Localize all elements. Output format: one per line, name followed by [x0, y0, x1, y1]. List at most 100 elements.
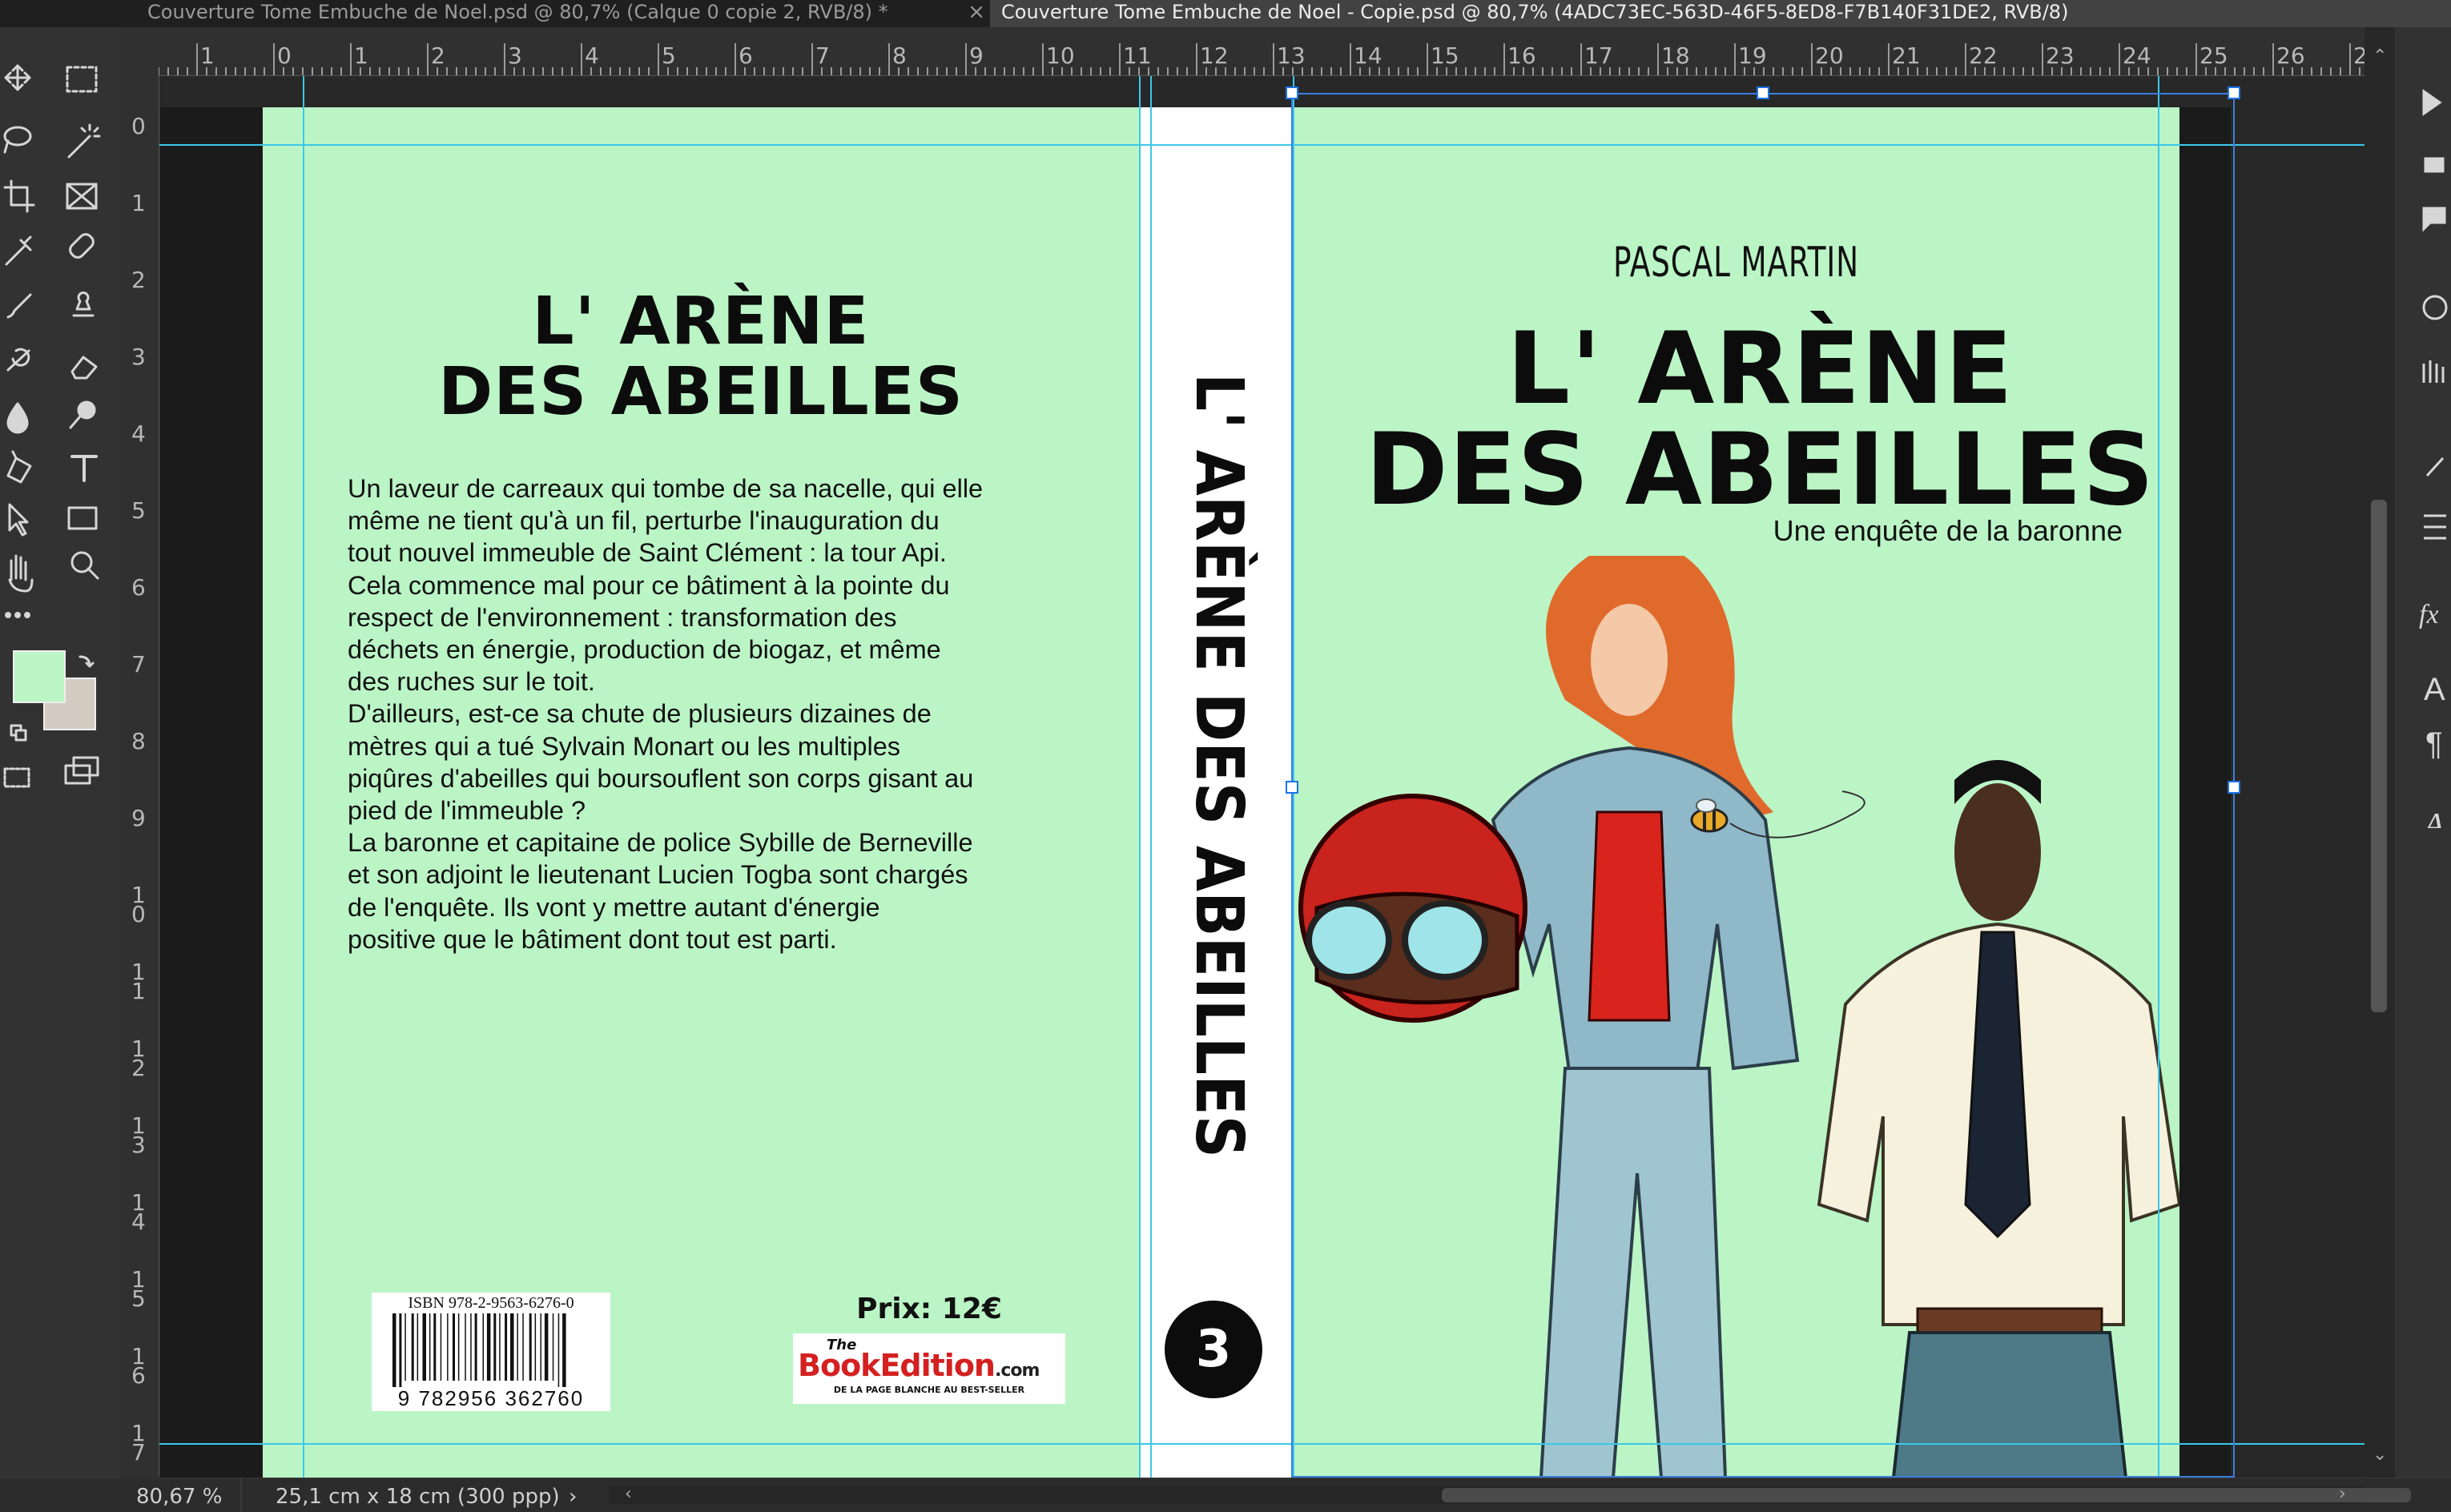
blurb-line: même ne tient qu'à un fil, perturbe l'in…: [348, 506, 940, 536]
ruler-label: 12: [1200, 42, 1229, 69]
blurb-line: La baronne et capitaine de police Sybill…: [348, 828, 973, 858]
marquee-icon: [66, 66, 98, 93]
rectangle-icon: [67, 506, 98, 530]
ruler-label: 1 7: [131, 1420, 146, 1466]
layers-icon: [2424, 157, 2445, 173]
scrollbar-thumb[interactable]: [1442, 1488, 2411, 1502]
transform-handle[interactable]: [2228, 781, 2240, 794]
spine-title: L' ARÈNE DES ABEILLES: [1181, 373, 1258, 1158]
ruler-label: 1: [354, 42, 368, 69]
ruler-label: 3: [508, 42, 522, 69]
ruler-label: 4: [131, 420, 146, 447]
vertical-scrollbar[interactable]: ⌃ ⌄: [2364, 27, 2395, 1477]
screen-mode-icon: [64, 756, 99, 785]
eyedropper-icon: [5, 235, 32, 266]
ruler-label: 11: [1123, 42, 1152, 69]
transform-bounding-box[interactable]: [1291, 93, 2235, 1478]
guide-spine-left-2[interactable]: [1150, 76, 1152, 1478]
ruler-label: 7: [815, 42, 830, 69]
transform-handle[interactable]: [1286, 86, 1298, 99]
brush-icon: [6, 293, 32, 319]
blurb-line: Un laveur de carreaux qui tombe de sa na…: [348, 474, 984, 503]
ruler-label: 21: [1892, 42, 1921, 69]
ruler-label: 1: [131, 190, 146, 216]
ruler-label: 1 1: [131, 959, 146, 1004]
blurb-line: Cela commence mal pour ce bâtiment à la …: [348, 570, 950, 600]
ruler-label: 2: [131, 267, 146, 293]
chevron-up-icon[interactable]: ⌃: [2373, 46, 2387, 66]
blurb-line: respect de l'environnement : transformat…: [348, 602, 897, 632]
ruler-label: 1 2: [131, 1035, 146, 1081]
ruler-ticks: [120, 43, 2360, 75]
healing-icon: [69, 233, 95, 259]
back-cover-blurb: Un laveur de carreaux qui tombe de sa na…: [348, 472, 1101, 955]
publisher-com: .com: [995, 1361, 1040, 1381]
chevron-down-icon[interactable]: ⌄: [2373, 1445, 2387, 1465]
magic-wand-icon: [67, 123, 101, 159]
ruler-label: 18: [1661, 42, 1690, 69]
tab-label: Couverture Tome Embuche de Noel.psd @ 80…: [147, 1, 888, 23]
ruler-label: 1 4: [131, 1189, 146, 1235]
ruler-label: 4: [585, 42, 599, 69]
dodge-icon: [69, 400, 96, 429]
blurb-line: pied de l'immeuble ?: [348, 796, 586, 826]
ruler-label: 1 3: [131, 1112, 146, 1158]
close-icon[interactable]: ×: [968, 0, 985, 24]
ruler-label: 0: [277, 42, 292, 69]
guide-spine-left[interactable]: [1139, 76, 1141, 1478]
transform-handle[interactable]: [2228, 86, 2240, 99]
ruler-label: 1 6: [131, 1343, 146, 1389]
zoom-level[interactable]: 80,67 %: [136, 1485, 222, 1509]
transform-handle[interactable]: [1286, 781, 1298, 794]
blurb-line: piqûres d'abeilles qui boursouflent son …: [348, 763, 974, 793]
ruler-label: 5: [131, 497, 146, 524]
scrollbar-thumb[interactable]: [2371, 500, 2387, 1012]
ruler-label: 8: [892, 42, 907, 69]
horizontal-scrollbar[interactable]: ‹ ›: [609, 1486, 2411, 1504]
document-tab-bar: Couverture Tome Embuche de Noel.psd @ 80…: [0, 0, 2451, 27]
ruler-label: 16: [1507, 42, 1536, 69]
tab-document-1[interactable]: Couverture Tome Embuche de Noel.psd @ 80…: [136, 0, 996, 27]
ruler-label: 6: [131, 574, 146, 601]
blurb-line: et son adjoint le lieutenant Lucien Togb…: [348, 860, 968, 890]
volume-number-badge: 3: [1165, 1301, 1262, 1398]
publisher-on: on: [953, 1348, 996, 1383]
ruler-label: 25: [2199, 42, 2228, 69]
ruler-label: 1: [200, 42, 215, 69]
transform-handle[interactable]: [1757, 86, 1769, 99]
chevron-left-icon[interactable]: ‹: [625, 1486, 641, 1504]
divider: [240, 1478, 242, 1512]
ruler-label: 22: [1969, 42, 1998, 69]
tab-document-2[interactable]: Couverture Tome Embuche de Noel - Copie.…: [990, 0, 2451, 27]
horizontal-ruler: 1 0 1 2 3 4 5 6 7 8 9 10 11 12 13 14 15 16 17 18 19 20 21 22 23 2…: [120, 27, 2382, 76]
blurb-line: tout nouvel immeuble de Saint Clément : …: [348, 538, 947, 568]
document-info[interactable]: 25,1 cm x 18 cm (300 ppp): [276, 1485, 560, 1509]
character-icon: A: [2424, 672, 2445, 707]
blurb-line: déchets en énergie, production de biogaz…: [348, 635, 941, 665]
publisher-logo: The BookEdition.com DE LA PAGE BLANCHE A…: [793, 1333, 1065, 1404]
history-brush-icon: [6, 348, 30, 372]
guide-left[interactable]: [303, 76, 304, 1478]
publisher-tagline: DE LA PAGE BLANCHE AU BEST-SELLER: [833, 1385, 1025, 1395]
ruler-label: 23: [2046, 42, 2075, 69]
swap-colors-icon: [78, 655, 95, 668]
tools-panel: [0, 27, 120, 1511]
title-line: DES ABEILLES: [438, 354, 964, 430]
isbn-label: ISBN 978-2-9563-6276-0: [408, 1294, 574, 1312]
ruler-label: 8: [131, 728, 146, 754]
title-line: L' ARÈNE: [532, 284, 870, 360]
ruler-label: 13: [1277, 42, 1306, 69]
price-label: Prix: 12€: [856, 1293, 1002, 1325]
ruler-label: 0: [131, 113, 146, 139]
hand-icon: [8, 554, 34, 593]
histogram-icon: [2422, 360, 2445, 383]
ruler-label: 19: [1738, 42, 1767, 69]
chevron-right-icon[interactable]: ›: [2339, 1486, 2355, 1504]
fx-icon: fx: [2419, 600, 2439, 629]
pen-icon: [6, 450, 32, 484]
panel-icons: fx A ¶ A: [2419, 89, 2448, 828]
vertical-ruler: 0 1 2 3 4 5 6 7 8 9 1 0 1 1 1 2 1 3 1 4 1 5 1 6 1 7: [120, 75, 159, 1477]
ruler-label: 10: [1046, 42, 1075, 69]
foreground-color-swatch[interactable]: [13, 650, 66, 703]
status-menu-arrow[interactable]: ›: [569, 1485, 577, 1509]
